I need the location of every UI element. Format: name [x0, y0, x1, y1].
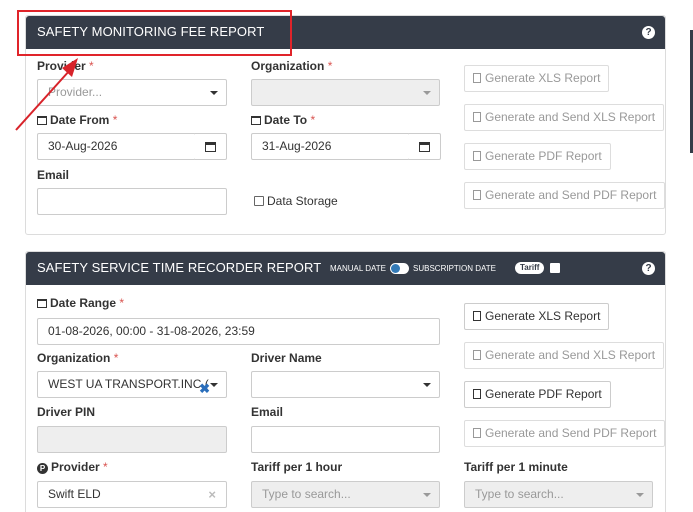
organization-select[interactable]: WEST UA TRANSPORT.INC ( ✖ [37, 371, 227, 398]
driver-pin-label: Driver PIN [37, 405, 96, 419]
chevron-down-icon [210, 91, 218, 95]
xls-file-icon [473, 112, 481, 122]
generate-send-pdf-button[interactable]: Generate and Send PDF Report [464, 182, 666, 209]
data-storage-label: Data Storage [267, 194, 338, 208]
chevron-down-icon [423, 91, 431, 95]
date-range-input[interactable]: 01-08-2026, 00:00 - 31-08-2026, 23:59 [37, 318, 440, 345]
chevron-down-icon [423, 383, 431, 387]
driver-pin-input[interactable] [37, 426, 227, 453]
calendar-icon [419, 142, 430, 152]
date-to-label: Date To * [251, 113, 315, 127]
calendar-icon [37, 299, 47, 308]
pdf-file-icon [473, 389, 481, 399]
provider-label: P Provider * [37, 460, 108, 474]
chevron-down-icon [210, 383, 218, 387]
panel-header: SAFETY SERVICE TIME RECORDER REPORT MANU… [26, 252, 665, 285]
xls-file-icon [473, 350, 481, 360]
generate-send-xls-button[interactable]: Generate and Send XLS Report [464, 342, 665, 369]
date-to-input[interactable]: 31-Aug-2026 [251, 133, 410, 160]
pdf-file-icon [473, 151, 481, 161]
organization-select[interactable] [251, 79, 440, 106]
organization-label: Organization * [37, 351, 119, 365]
generate-pdf-button[interactable]: Generate PDF Report [464, 381, 611, 408]
generate-send-pdf-button[interactable]: Generate and Send PDF Report [464, 420, 666, 447]
date-to-calendar-button[interactable] [409, 133, 441, 160]
toggle-knob [391, 264, 400, 273]
tariff-badge: Tariff [515, 262, 545, 274]
provider-select[interactable]: Provider... [37, 79, 227, 106]
tariff-hour-select[interactable]: Type to search... [251, 481, 440, 508]
date-range-label: Date Range * [37, 296, 124, 310]
date-from-calendar-button[interactable] [195, 133, 227, 160]
clear-icon[interactable]: × [208, 482, 216, 507]
generate-xls-button[interactable]: Generate XLS Report [464, 303, 610, 330]
chevron-down-icon [423, 493, 431, 497]
help-icon[interactable]: ? [642, 262, 655, 275]
email-input[interactable] [37, 188, 227, 215]
calendar-icon [251, 116, 261, 125]
panel-title: SAFETY SERVICE TIME RECORDER REPORT [37, 260, 322, 275]
pdf-file-icon [473, 428, 481, 438]
help-icon[interactable]: ? [642, 26, 655, 39]
calendar-icon [205, 142, 216, 152]
xls-file-icon [473, 311, 481, 321]
tariff-minute-label: Tariff per 1 minute [464, 460, 568, 474]
email-label: Email [251, 405, 284, 419]
calendar-icon [37, 116, 47, 125]
email-input[interactable] [251, 426, 440, 453]
date-from-input[interactable]: 30-Aug-2026 [37, 133, 196, 160]
chevron-down-icon [636, 493, 644, 497]
pdf-file-icon [473, 190, 481, 200]
generate-xls-button[interactable]: Generate XLS Report [464, 65, 610, 92]
provider-select[interactable]: Swift ELD × [37, 481, 227, 508]
tariff-hour-label: Tariff per 1 hour [251, 460, 343, 474]
xls-file-icon [473, 73, 481, 83]
clear-icon[interactable]: ✖ [199, 376, 210, 397]
data-storage-checkbox[interactable] [254, 196, 264, 206]
driver-name-select[interactable] [251, 371, 440, 398]
provider-icon: P [37, 463, 48, 474]
email-label: Email [37, 168, 70, 182]
subscription-date-label: SUBSCRIPTION DATE [413, 264, 496, 273]
safety-service-time-recorder-panel: SAFETY SERVICE TIME RECORDER REPORT MANU… [25, 251, 666, 512]
generate-pdf-button[interactable]: Generate PDF Report [464, 143, 611, 170]
tariff-minute-select[interactable]: Type to search... [464, 481, 653, 508]
annotation-highlight-box [17, 10, 292, 56]
date-mode-toggle[interactable] [390, 263, 409, 274]
organization-label: Organization * [251, 59, 333, 73]
tariff-checkbox[interactable] [550, 263, 560, 273]
date-from-label: Date From * [37, 113, 117, 127]
manual-date-label: MANUAL DATE [330, 264, 387, 273]
provider-label: Provider * [37, 59, 94, 73]
generate-send-xls-button[interactable]: Generate and Send XLS Report [464, 104, 665, 131]
driver-name-label: Driver Name [251, 351, 322, 365]
